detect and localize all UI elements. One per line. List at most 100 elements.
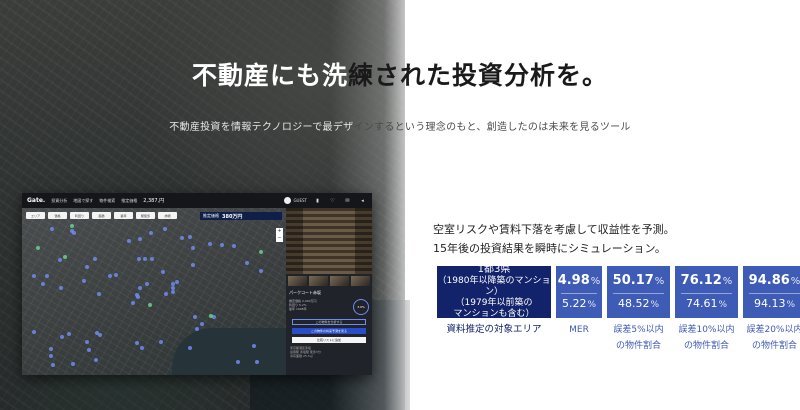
- property-marker[interactable]: [45, 273, 50, 278]
- filter-button[interactable]: 利回り: [70, 212, 89, 219]
- property-marker[interactable]: [130, 301, 135, 306]
- property-marker[interactable]: [219, 243, 224, 248]
- stat-bottom-value: 74.61%: [685, 296, 728, 310]
- property-marker[interactable]: [139, 346, 144, 351]
- property-marker[interactable]: [161, 270, 166, 275]
- property-marker[interactable]: [69, 224, 74, 229]
- analyze-button[interactable]: この物件を分析する: [292, 319, 366, 325]
- property-marker[interactable]: [138, 236, 143, 241]
- within5-label: 誤差5%以内 の物件割合: [613, 325, 664, 351]
- property-marker[interactable]: [259, 250, 264, 255]
- zoom-control[interactable]: + −: [276, 228, 283, 242]
- chart-icon[interactable]: ▮: [313, 196, 322, 205]
- score-circle: 3.9%: [353, 299, 369, 315]
- property-marker[interactable]: [191, 263, 196, 268]
- property-marker[interactable]: [170, 289, 175, 294]
- property-marker[interactable]: [158, 340, 163, 345]
- nav-item[interactable]: 投資分析: [51, 198, 67, 204]
- guest-account[interactable]: GUEST: [284, 197, 307, 204]
- nav-item[interactable]: 物件検索: [99, 198, 115, 204]
- property-marker[interactable]: [62, 255, 67, 260]
- property-marker[interactable]: [93, 257, 98, 262]
- property-marker[interactable]: [87, 347, 92, 352]
- nav-item[interactable]: 地図で探す: [73, 198, 93, 204]
- property-marker[interactable]: [193, 314, 198, 319]
- property-marker[interactable]: [66, 332, 71, 337]
- property-marker[interactable]: [191, 246, 196, 251]
- zoom-out-button[interactable]: −: [276, 235, 283, 242]
- thumbnail[interactable]: [330, 276, 349, 286]
- forecast-button[interactable]: この物件の将来予測を見る: [292, 328, 366, 334]
- property-marker[interactable]: [259, 269, 264, 274]
- property-marker[interactable]: [245, 261, 250, 266]
- filter-button[interactable]: 価格: [48, 212, 67, 219]
- property-marker[interactable]: [97, 292, 102, 297]
- property-marker[interactable]: [126, 239, 131, 244]
- property-marker[interactable]: [60, 335, 65, 340]
- property-marker[interactable]: [58, 286, 63, 291]
- stat-top-value: 4.98%: [557, 272, 601, 288]
- thumbnail[interactable]: [309, 276, 328, 286]
- property-marker[interactable]: [57, 258, 62, 263]
- stat-bottom-value: 5.22%: [561, 296, 597, 310]
- property-marker[interactable]: [142, 257, 147, 262]
- save-icon[interactable]: ♡: [328, 196, 337, 205]
- property-marker[interactable]: [94, 357, 98, 362]
- property-marker[interactable]: [35, 245, 40, 250]
- property-marker[interactable]: [51, 362, 56, 367]
- property-marker[interactable]: [49, 353, 54, 358]
- property-marker[interactable]: [81, 279, 86, 284]
- property-marker[interactable]: [85, 340, 90, 345]
- property-marker[interactable]: [41, 281, 46, 286]
- property-marker[interactable]: [174, 280, 179, 285]
- property-marker[interactable]: [208, 242, 213, 247]
- property-marker[interactable]: [232, 244, 237, 249]
- map-view[interactable]: エリア 価格 利回り 面積 築年 駅徒歩 詳細 推定価格 380万円 + −: [22, 208, 286, 375]
- property-marker[interactable]: [107, 274, 112, 279]
- filter-button[interactable]: 詳細: [158, 212, 177, 219]
- zoom-in-button[interactable]: +: [276, 228, 283, 235]
- property-marker[interactable]: [179, 236, 184, 241]
- property-marker[interactable]: [148, 231, 153, 236]
- property-marker[interactable]: [114, 273, 119, 277]
- property-marker[interactable]: [236, 359, 240, 364]
- stat-top-value: 50.17%: [612, 272, 665, 288]
- mer-label: MER: [569, 325, 589, 335]
- property-marker[interactable]: [31, 274, 36, 279]
- property-marker[interactable]: [32, 329, 37, 334]
- filter-bar: エリア 価格 利回り 面積 築年 駅徒歩 詳細: [26, 212, 177, 219]
- filter-button[interactable]: 面積: [92, 212, 111, 219]
- property-marker[interactable]: [147, 302, 152, 307]
- property-marker[interactable]: [144, 282, 149, 287]
- property-marker[interactable]: [136, 256, 141, 261]
- within10-label: 誤差10%以内 の物件割合: [678, 325, 735, 351]
- within10-card: 76.12% 74.61%: [675, 266, 738, 318]
- within5-card: 50.17% 48.52%: [607, 266, 670, 318]
- property-marker[interactable]: [49, 226, 54, 231]
- property-marker[interactable]: [164, 292, 169, 297]
- thumbnail[interactable]: [288, 276, 307, 286]
- property-marker[interactable]: [98, 333, 103, 338]
- property-marker[interactable]: [163, 227, 168, 232]
- property-marker[interactable]: [70, 361, 75, 366]
- property-marker[interactable]: [199, 321, 204, 326]
- map-water: [172, 328, 286, 375]
- share-icon[interactable]: ◂: [358, 196, 367, 205]
- filter-button[interactable]: 築年: [114, 212, 133, 219]
- description-line: 15年後の投資結果を瞬時にシミュレーション。: [433, 242, 666, 255]
- thumbnail[interactable]: [351, 276, 370, 286]
- chat-icon[interactable]: ✉: [343, 196, 352, 205]
- target-sub: （1980年以降築のマンション）: [437, 276, 551, 297]
- property-marker[interactable]: [187, 234, 192, 239]
- avatar: [284, 197, 292, 204]
- property-marker[interactable]: [135, 341, 140, 346]
- property-details: 東京都港区赤坂 最寄駅 赤坂駅 徒歩3分 専有面積 25.5㎡: [286, 343, 372, 361]
- filter-button[interactable]: エリア: [26, 212, 45, 219]
- property-marker[interactable]: [48, 347, 53, 352]
- filter-button[interactable]: 駅徒歩: [136, 212, 155, 219]
- property-marker[interactable]: [194, 327, 199, 332]
- property-marker[interactable]: [138, 285, 143, 290]
- property-marker[interactable]: [149, 256, 154, 261]
- property-marker[interactable]: [85, 265, 90, 270]
- description-line: 空室リスクや賃料下落を考慮して収益性を予測。: [433, 223, 675, 236]
